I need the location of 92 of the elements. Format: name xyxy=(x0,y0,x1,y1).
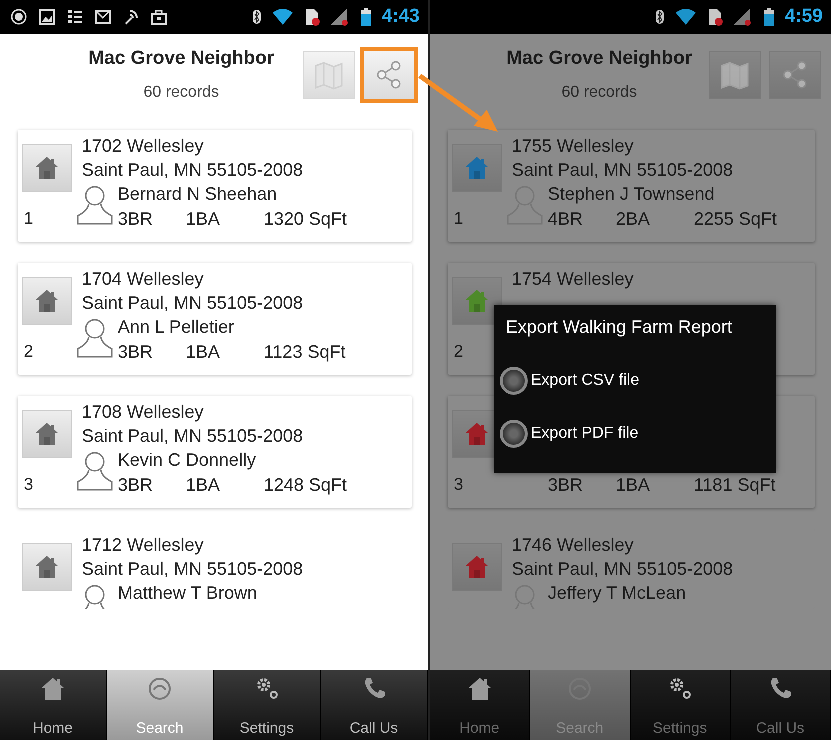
record-number: 1 xyxy=(24,209,34,229)
house-button[interactable] xyxy=(22,410,72,458)
square-feet: 1123 SqFt xyxy=(264,341,346,364)
person-icon xyxy=(76,317,114,361)
owner-name: Kevin C Donnelly xyxy=(118,449,258,472)
home-icon xyxy=(41,676,65,702)
signal-icon xyxy=(330,8,350,26)
owner-name: Jeffery T McLean xyxy=(548,582,686,605)
nav-tab[interactable]: Call Us xyxy=(730,670,831,740)
location-icon xyxy=(10,8,28,26)
briefcase-icon xyxy=(150,8,168,26)
record-number: 3 xyxy=(24,475,34,495)
sd-card-icon xyxy=(304,8,320,26)
owner-name: Ann L Pelletier xyxy=(118,316,236,339)
home-icon xyxy=(468,676,492,702)
bathrooms: 1BA xyxy=(186,474,222,497)
city-line: Saint Paul, MN 55105-2008 xyxy=(512,558,734,581)
house-button[interactable] xyxy=(22,144,72,192)
radio-button[interactable] xyxy=(500,366,528,395)
search-icon xyxy=(148,676,172,702)
battery-icon xyxy=(360,8,372,26)
bedrooms: 3BR xyxy=(118,474,154,497)
nav-tab[interactable]: Call Us xyxy=(321,670,428,740)
house-button[interactable] xyxy=(22,543,72,591)
street-address: 1754 Wellesley xyxy=(512,268,634,291)
bluetooth-icon xyxy=(252,8,262,26)
nav-tab[interactable]: Home xyxy=(0,670,107,740)
map-icon xyxy=(314,60,344,90)
radio-button[interactable] xyxy=(500,420,528,448)
owner-name: Matthew T Brown xyxy=(118,582,258,605)
record-number: 2 xyxy=(454,342,464,362)
record-card[interactable]: 2 1704 Wellesley Saint Paul, MN 55105-2008 Ann L Pelletier 3BR 1BA 1123 SqFt xyxy=(18,263,412,375)
street-address: 1755 Wellesley xyxy=(512,135,635,158)
bathrooms: 1BA xyxy=(616,474,652,497)
street-address: 1708 Wellesley xyxy=(82,401,205,424)
dialog-title: Export Walking Farm Report xyxy=(506,317,734,338)
house-button[interactable] xyxy=(22,277,72,325)
city-line: Saint Paul, MN 55105-2008 xyxy=(512,159,734,182)
settings-icon xyxy=(255,676,279,702)
share-button[interactable] xyxy=(360,47,418,103)
map-icon xyxy=(720,60,750,90)
record-card[interactable]: 1 1755 Wellesley Saint Paul, MN 55105-2008 Stephen J Townsend 4BR 2BA 2255 SqFt xyxy=(448,130,815,242)
city-line: Saint Paul, MN 55105-2008 xyxy=(82,292,304,315)
settings-icon xyxy=(668,676,692,702)
list-title: Mac Grove Neighbor xyxy=(88,48,274,70)
signal-icon xyxy=(732,8,753,26)
bathrooms: 1BA xyxy=(186,208,222,231)
bedrooms: 3BR xyxy=(548,474,584,497)
bathrooms: 2BA xyxy=(616,208,652,231)
nav-tab[interactable]: Settings xyxy=(214,670,321,740)
square-feet: 1181 SqFt xyxy=(694,474,776,497)
list-title: Mac Grove Neighbor xyxy=(506,48,692,70)
street-address: 1746 Wellesley xyxy=(512,534,635,557)
battery-icon xyxy=(762,8,775,26)
bedrooms: 4BR xyxy=(548,208,584,231)
record-count: 60 records xyxy=(144,84,220,102)
nav-tab[interactable]: Settings xyxy=(630,670,731,740)
person-icon xyxy=(76,450,114,494)
nav-tab[interactable]: Home xyxy=(430,670,530,740)
record-card[interactable]: 1 1702 Wellesley Saint Paul, MN 55105-2008 Bernard N Sheehan 3BR 1BA 1320 SqFt xyxy=(18,130,412,242)
street-address: 1702 Wellesley xyxy=(82,135,205,158)
wifi-icon xyxy=(674,8,697,26)
export-option[interactable]: Export PDF file xyxy=(500,420,770,449)
city-line: Saint Paul, MN 55105-2008 xyxy=(82,558,304,581)
square-feet: 2255 SqFt xyxy=(694,208,778,231)
record-number: 1 xyxy=(454,209,464,229)
clock-time: 4:59 xyxy=(784,6,823,28)
image-icon xyxy=(38,8,56,26)
street-address: 1704 Wellesley xyxy=(82,268,205,291)
bathrooms: 1BA xyxy=(186,341,222,364)
wifi-icon xyxy=(272,8,294,26)
square-feet: 1248 SqFt xyxy=(264,474,348,497)
record-card[interactable]: 3 1708 Wellesley Saint Paul, MN 55105-2008 Kevin C Donnelly 3BR 1BA 1248 SqFt xyxy=(18,396,412,508)
square-feet: 1320 SqFt xyxy=(264,208,348,231)
bedrooms: 3BR xyxy=(118,341,154,364)
clock-time: 4:43 xyxy=(382,6,420,28)
owner-name: Bernard N Sheehan xyxy=(118,183,278,206)
person-icon xyxy=(76,184,114,228)
city-line: Saint Paul, MN 55105-2008 xyxy=(82,159,304,182)
street-address: 1712 Wellesley xyxy=(82,534,205,557)
record-number: 2 xyxy=(24,342,34,362)
bluetooth-icon xyxy=(654,8,665,26)
record-number: 3 xyxy=(454,475,464,495)
sd-card-icon xyxy=(706,8,723,26)
list-icon xyxy=(66,8,84,26)
mail-icon xyxy=(94,8,112,26)
house-button[interactable] xyxy=(452,277,502,325)
bedrooms: 3BR xyxy=(118,208,154,231)
export-option[interactable]: Export CSV file xyxy=(500,366,770,396)
city-line: Saint Paul, MN 55105-2008 xyxy=(82,425,304,448)
record-count: 60 records xyxy=(562,84,638,102)
owner-name: Stephen J Townsend xyxy=(548,183,716,206)
